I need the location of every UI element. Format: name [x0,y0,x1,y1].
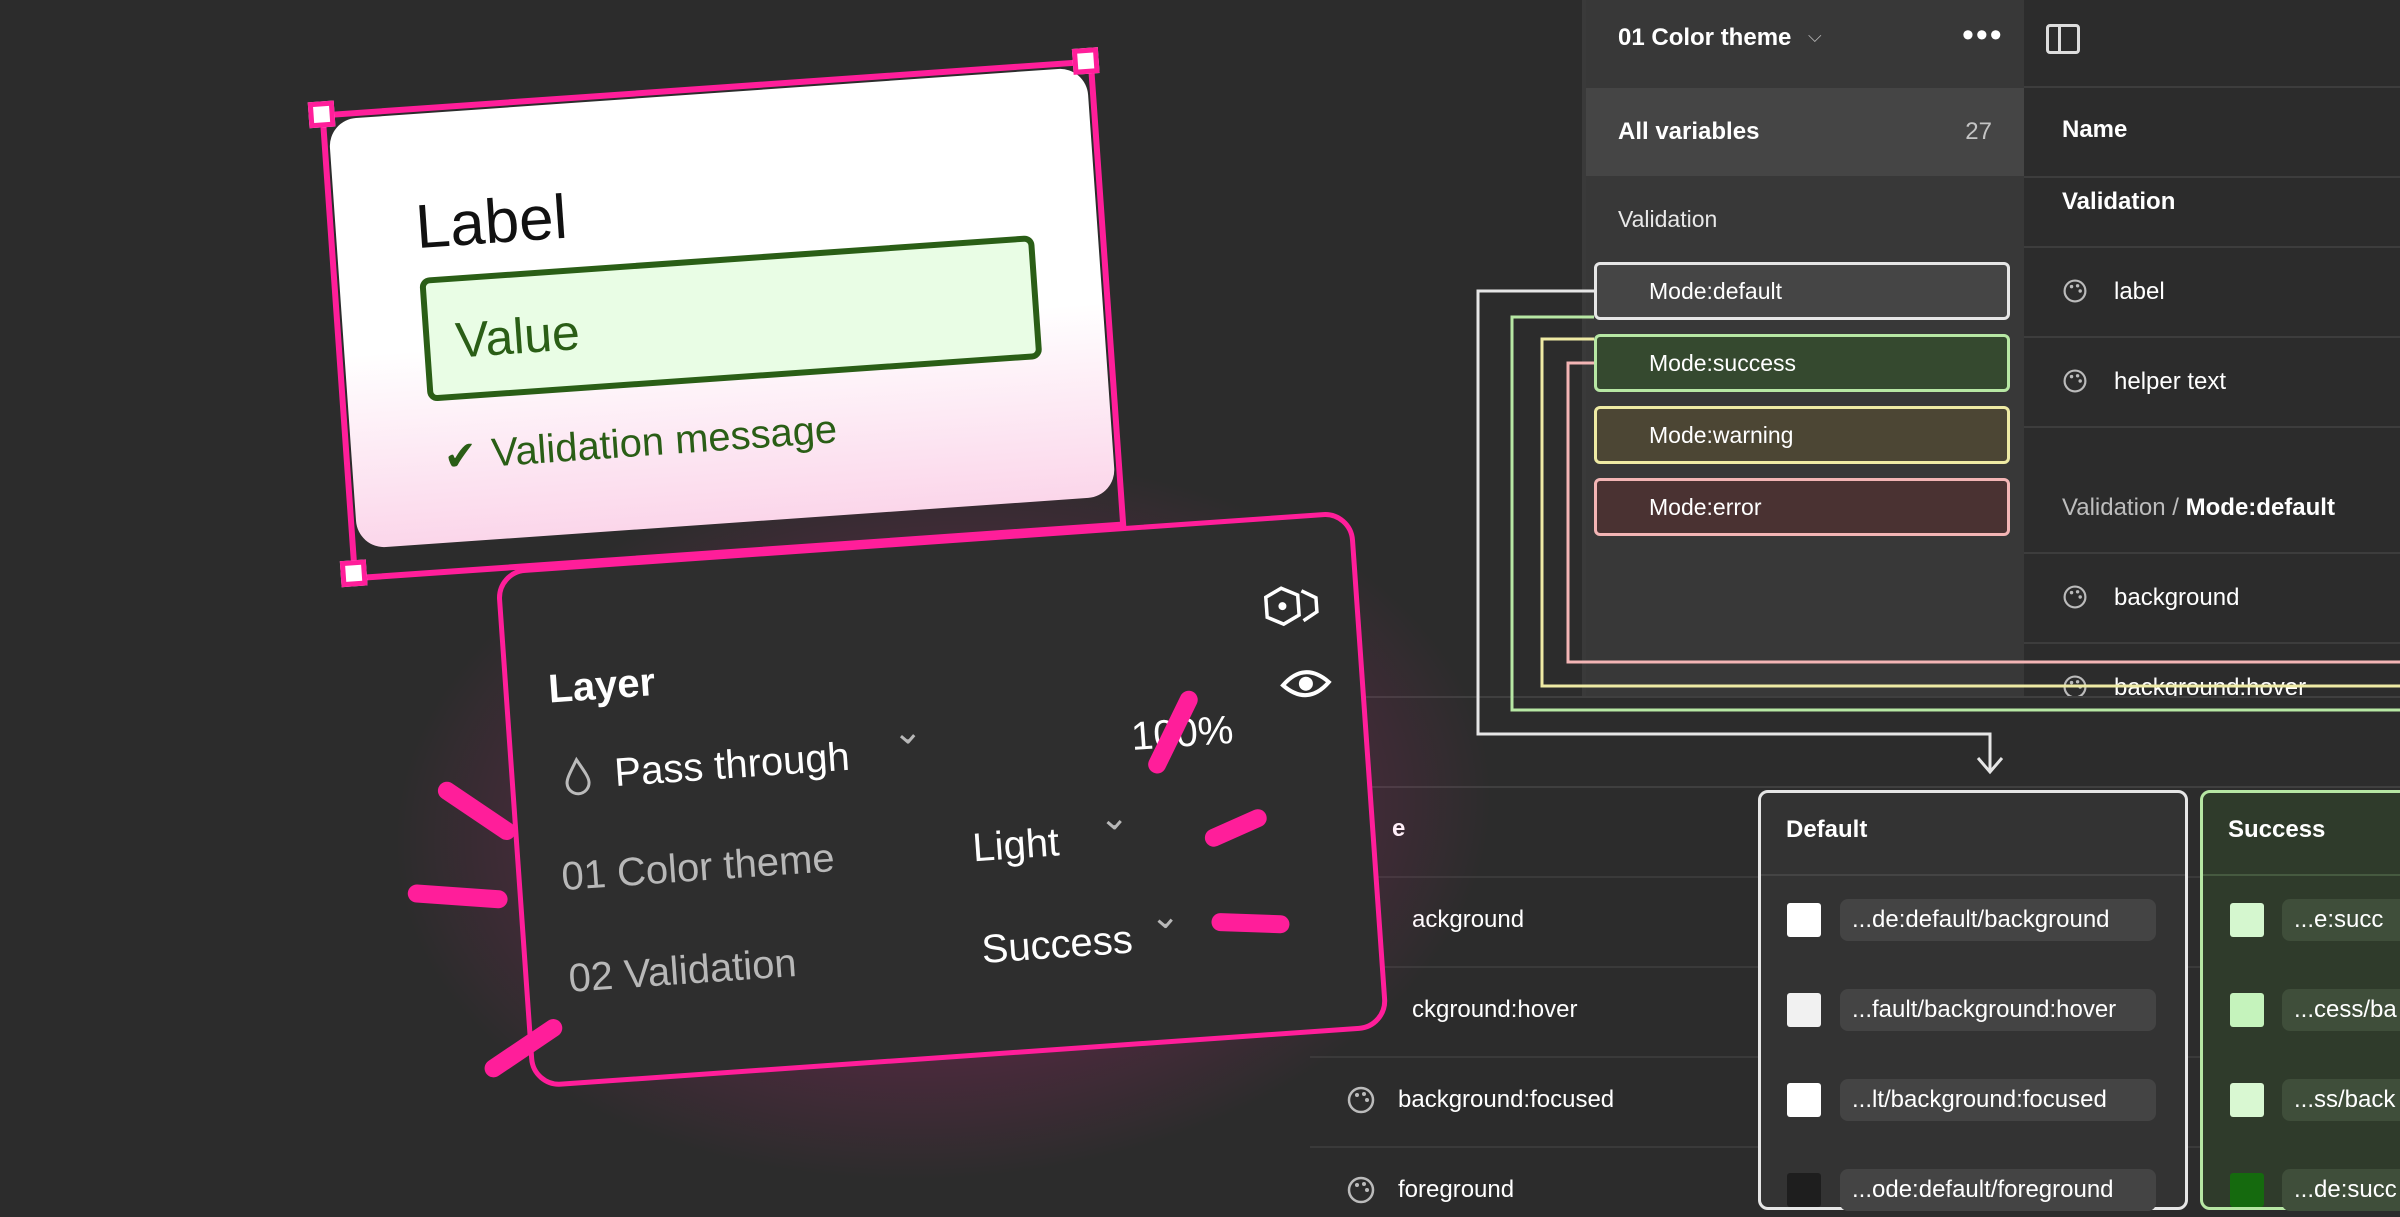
variables-panel: 01 Color theme ⌵ ••• All variables 27 Va… [1582,0,2400,696]
resize-handle[interactable] [1071,47,1100,75]
group-title: Validation [2062,188,2176,215]
all-variables-count: 27 [1965,118,1992,145]
color-swatch[interactable] [1787,993,1821,1027]
row-divider [2024,336,2400,338]
color-swatch[interactable] [1787,1083,1821,1117]
variable-name[interactable]: background:focused [1398,1086,1614,1114]
panel-toggle-icon[interactable] [2046,24,2080,54]
variable-name[interactable]: foreground [1398,1176,1514,1204]
alias-pill[interactable]: ...lt/background:focused [1840,1079,2156,1121]
mode-item-default[interactable]: Mode:default [1594,262,2010,320]
color-swatch[interactable] [2230,1173,2264,1207]
selection-frame [319,58,1127,582]
chevron-down-icon[interactable]: ⌄ [1148,894,1181,938]
chevron-down-icon[interactable]: ⌄ [1097,795,1130,839]
variable-modes-icon[interactable] [1263,582,1322,634]
table-divider [1310,696,2400,698]
mode-item-success[interactable]: Mode:success [1594,334,2010,392]
mode-item-error[interactable]: Mode:error [1594,478,2010,536]
alias-pill[interactable]: ...de:default/background [1840,899,2156,941]
collection-title[interactable]: 01 Color theme [1618,24,1791,52]
palette-icon [2063,279,2087,303]
color-swatch[interactable] [2230,1083,2264,1117]
alias-pill[interactable]: ...fault/background:hover [1840,989,2156,1031]
alias-pill[interactable]: ...e:succ [2282,899,2400,941]
sidebar-group-validation[interactable]: Validation [1618,206,1717,233]
chevron-down-icon[interactable]: ⌄ [891,710,924,754]
row-divider [2024,642,2400,644]
blend-mode-dropdown[interactable]: Pass through [613,735,851,796]
visibility-eye-icon[interactable] [1279,665,1333,703]
row-divider [2024,426,2400,428]
collection-sidebar: 01 Color theme ⌵ ••• All variables 27 Va… [1586,0,2024,696]
row-divider [2024,552,2400,554]
collection-name-validation: 02 Validation [567,940,799,1001]
table-header-divider [2024,86,2400,88]
palette-icon [2063,369,2087,393]
mode-item-warning[interactable]: Mode:warning [1594,406,2010,464]
color-swatch[interactable] [2230,993,2264,1027]
palette-icon [2063,675,2087,696]
default-header-divider [1761,874,2185,876]
mode-dropdown-validation[interactable]: Success [980,917,1134,972]
group-title: Validation / Mode:default [2062,494,2335,522]
all-variables-item[interactable]: All variables 27 [1586,88,2024,176]
default-column-header: Default [1786,816,1868,843]
chevron-down-icon[interactable]: ⌵ [1808,26,1822,47]
name-column-header: Name [2062,116,2128,143]
palette-icon [1347,1176,1375,1204]
group-prefix: Validation / [2062,494,2186,521]
blend-mode-drop-icon [565,756,591,796]
resize-handle[interactable] [307,100,336,129]
alias-pill[interactable]: ...ode:default/foreground [1840,1169,2156,1211]
highlight-scribble [1211,912,1290,934]
all-variables-label: All variables [1618,118,1760,145]
alias-pill[interactable]: ...ss/back [2282,1079,2400,1121]
palette-icon [1347,1086,1375,1114]
variable-name[interactable]: helper text [2114,368,2226,396]
alias-pill[interactable]: ...de:succ [2282,1169,2400,1211]
layer-panel-title: Layer [546,660,657,712]
layer-panel-wrapper: Layer Pass through ⌄ 100% 01 Color theme… [369,421,1518,1217]
collection-name-color-theme: 01 Color theme [560,836,836,900]
group-mode: Mode:default [2185,494,2335,521]
row-divider [2024,246,2400,248]
layer-panel: Layer Pass through ⌄ 100% 01 Color theme… [495,510,1390,1089]
color-swatch[interactable] [1787,903,1821,937]
alias-pill[interactable]: ...cess/ba [2282,989,2400,1031]
table-header-divider [2024,176,2400,178]
mode-dropdown-color-theme[interactable]: Light [971,820,1061,871]
variables-table: Name Validation label helper text Valida… [2024,0,2400,696]
resize-handle[interactable] [339,559,368,588]
color-swatch[interactable] [2230,903,2264,937]
success-header-divider [2203,874,2400,876]
more-icon[interactable]: ••• [1962,16,2004,55]
success-column-header: Success [2228,816,2326,843]
variable-name[interactable]: background:hover [2114,674,2306,696]
color-swatch[interactable] [1787,1173,1821,1207]
variable-name[interactable]: label [2114,278,2165,306]
variable-name[interactable]: ckground:hover [1412,996,1577,1024]
palette-icon [2063,585,2087,609]
variable-name[interactable]: background [2114,584,2239,612]
input-component-wrapper: Label Value ✔ Validation message [307,47,1140,599]
